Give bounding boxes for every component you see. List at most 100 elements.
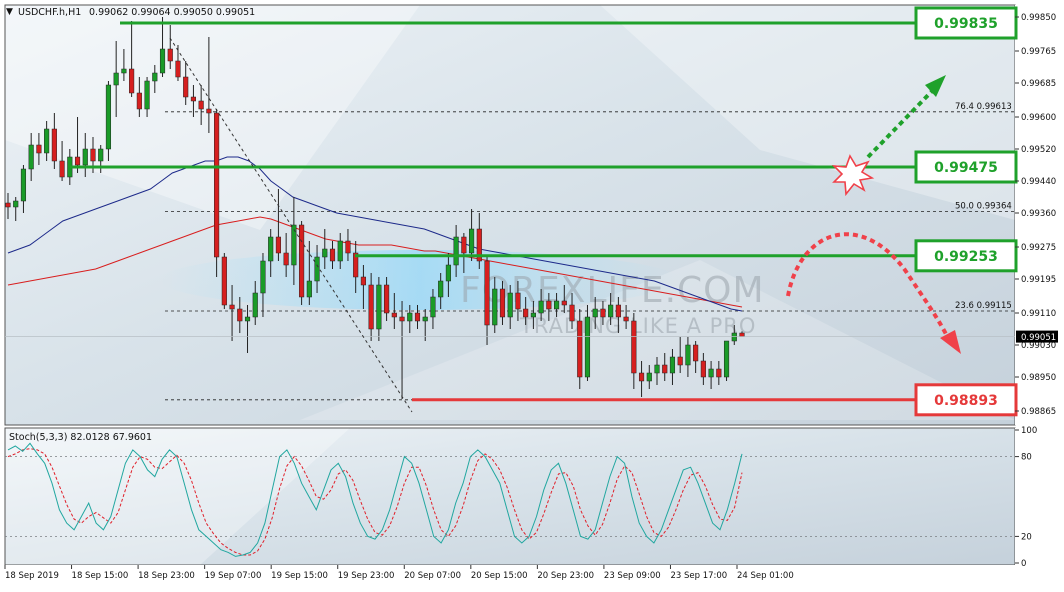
candle-body bbox=[28, 144, 34, 170]
candle-body bbox=[314, 256, 320, 282]
stoch-tick-label: 100 bbox=[1021, 426, 1037, 436]
candle-body bbox=[144, 80, 150, 110]
candle-body bbox=[484, 260, 490, 326]
stoch-tick-label: 80 bbox=[1021, 453, 1032, 463]
candle-body bbox=[136, 92, 142, 110]
candle-body bbox=[329, 248, 336, 262]
x-tick-label: 19 Sep 07:00 bbox=[205, 571, 262, 581]
candle-body bbox=[530, 312, 536, 318]
candle bbox=[577, 309, 583, 389]
candle-body bbox=[252, 292, 258, 318]
ohlc-values: 0.99062 0.99064 0.99050 0.99051 bbox=[89, 7, 255, 18]
candle-body bbox=[646, 372, 652, 382]
level-label: 0.99475 bbox=[934, 160, 998, 176]
x-tick-label: 24 Sep 01:00 bbox=[737, 571, 794, 581]
candle-body bbox=[407, 312, 413, 322]
candle-body bbox=[159, 48, 166, 74]
candle-body bbox=[229, 304, 235, 310]
candle bbox=[105, 81, 112, 161]
y-tick-label: 0.99195 bbox=[1021, 275, 1056, 285]
y-tick-label: 0.98865 bbox=[1021, 407, 1056, 417]
candle-body bbox=[430, 296, 436, 318]
candle-body bbox=[438, 280, 444, 298]
candle-body bbox=[677, 356, 683, 366]
candle-body bbox=[693, 344, 699, 362]
candle-body bbox=[569, 304, 575, 322]
candle-body bbox=[376, 284, 382, 330]
x-tick-label: 18 Sep 15:00 bbox=[72, 571, 129, 581]
chart-window: FOREXLIFE.COM TRADING LIKE A PRO 76.4 0.… bbox=[0, 0, 1064, 588]
candle-body bbox=[615, 304, 621, 318]
candle-body bbox=[507, 292, 513, 318]
candle-body bbox=[275, 236, 281, 254]
candle-body bbox=[708, 368, 714, 378]
candle-body bbox=[198, 100, 204, 110]
fib-label: 76.4 0.99613 bbox=[955, 102, 1012, 112]
level-label: 0.99835 bbox=[934, 16, 998, 32]
candle-body bbox=[515, 292, 521, 310]
candle-body bbox=[368, 284, 374, 330]
candle-body bbox=[36, 144, 42, 154]
candle-body bbox=[299, 224, 305, 298]
candle-body bbox=[283, 252, 289, 266]
level-label: 0.99253 bbox=[934, 249, 998, 265]
fib-label: 50.0 0.99364 bbox=[955, 201, 1012, 211]
candle-body bbox=[13, 200, 19, 208]
candle-body bbox=[461, 236, 467, 254]
candle-body bbox=[600, 308, 606, 318]
candle-body bbox=[322, 248, 328, 258]
x-tick-label: 23 Sep 09:00 bbox=[604, 571, 661, 581]
x-tick-label: 19 Sep 15:00 bbox=[271, 571, 328, 581]
y-tick-label: 0.99685 bbox=[1021, 79, 1056, 89]
y-tick-label: 0.99520 bbox=[1021, 145, 1056, 155]
candle-body bbox=[244, 316, 251, 322]
candle-body bbox=[175, 60, 181, 78]
candle-body bbox=[546, 300, 552, 310]
candle-body bbox=[662, 364, 668, 374]
candle-body bbox=[685, 344, 691, 366]
candle-body bbox=[74, 156, 81, 166]
candle-body bbox=[739, 332, 745, 337]
y-tick-label: 0.98950 bbox=[1021, 373, 1056, 383]
candle-body bbox=[608, 304, 614, 318]
stoch-tick-label: 20 bbox=[1021, 532, 1032, 542]
x-tick-label: 18 Sep 2019 bbox=[5, 571, 59, 581]
candle-body bbox=[700, 360, 706, 378]
candle-body bbox=[631, 320, 637, 374]
candle-body bbox=[492, 288, 498, 326]
candle-body bbox=[623, 316, 629, 322]
candle-body bbox=[669, 356, 676, 374]
candle-body bbox=[538, 300, 544, 314]
candle-body bbox=[121, 68, 127, 74]
candle-body bbox=[716, 368, 722, 378]
x-tick-label: 18 Sep 23:00 bbox=[138, 571, 195, 581]
candle bbox=[723, 340, 730, 381]
candle-body bbox=[422, 316, 428, 322]
candle-body bbox=[221, 256, 227, 306]
candle bbox=[299, 221, 305, 305]
chart-svg: FOREXLIFE.COM TRADING LIKE A PRO 76.4 0.… bbox=[4, 4, 1059, 585]
candle-body bbox=[337, 240, 343, 262]
candle-body bbox=[577, 320, 583, 378]
x-tick-label: 23 Sep 17:00 bbox=[670, 571, 727, 581]
candle-body bbox=[561, 300, 567, 306]
symbol-label: USDCHF.h,H1 bbox=[18, 7, 81, 18]
x-tick-label: 20 Sep 23:00 bbox=[537, 571, 594, 581]
candle-body bbox=[190, 96, 196, 102]
candle-body bbox=[90, 148, 96, 162]
candle-body bbox=[723, 340, 730, 378]
candle-body bbox=[5, 202, 11, 208]
candle-body bbox=[592, 308, 598, 318]
candle-body bbox=[167, 48, 173, 62]
candle-body bbox=[20, 168, 27, 202]
candle-body bbox=[113, 72, 119, 86]
y-tick-label: 0.99360 bbox=[1021, 209, 1056, 219]
y-tick-label: 0.99440 bbox=[1021, 177, 1056, 187]
x-tick-label: 20 Sep 15:00 bbox=[471, 571, 528, 581]
candle-body bbox=[391, 312, 397, 318]
fib-label: 23.6 0.99115 bbox=[955, 301, 1012, 311]
y-tick-label: 0.99110 bbox=[1021, 309, 1056, 319]
current-price-label: 0.99051 bbox=[1021, 333, 1056, 343]
candle-body bbox=[445, 264, 451, 282]
candle-body bbox=[469, 228, 475, 254]
